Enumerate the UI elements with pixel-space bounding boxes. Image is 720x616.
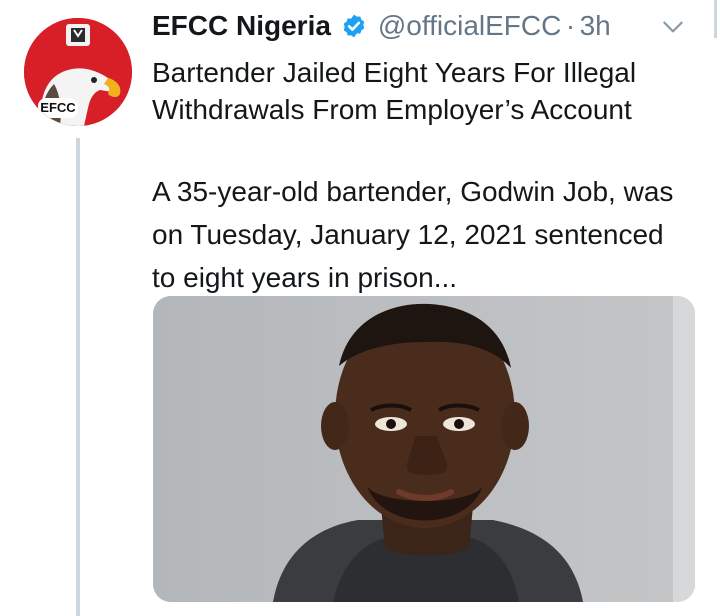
tweet-header: EFCC Nigeria @officialEFCC · 3h bbox=[152, 10, 611, 50]
adjacent-thread-line bbox=[714, 0, 717, 38]
chevron-down-icon[interactable] bbox=[660, 14, 686, 40]
tweet-photo[interactable] bbox=[153, 296, 695, 602]
avatar[interactable]: EFCC bbox=[24, 18, 132, 126]
avatar-efcc-label: EFCC bbox=[38, 98, 78, 118]
user-handle[interactable]: @officialEFCC bbox=[378, 10, 562, 41]
tweet-headline: Bartender Jailed Eight Years For Illegal… bbox=[152, 57, 637, 125]
display-name[interactable]: EFCC Nigeria bbox=[152, 10, 331, 41]
timestamp[interactable]: 3h bbox=[580, 10, 611, 41]
portrait-photo bbox=[153, 296, 695, 602]
tweet-body: A 35-year-old bartender, Godwin Job, was… bbox=[152, 176, 674, 293]
verified-badge-icon bbox=[344, 14, 365, 38]
thread-connector-line bbox=[76, 138, 80, 616]
header-separator: · bbox=[565, 10, 576, 41]
